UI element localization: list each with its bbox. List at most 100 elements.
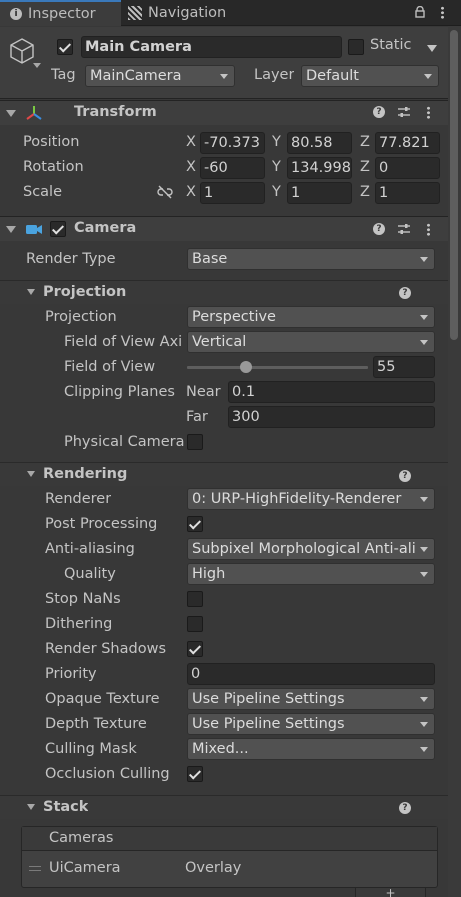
rotation-z-axis[interactable]: Z xyxy=(360,159,370,175)
far-field[interactable]: 300 xyxy=(228,406,435,428)
chevron-down-icon xyxy=(420,257,428,262)
rotation-x-field[interactable]: -60 xyxy=(200,157,265,179)
culling-mask-label: Culling Mask xyxy=(45,741,137,757)
rotation-x-axis[interactable]: X xyxy=(186,159,196,175)
component-menu-icon[interactable] xyxy=(427,223,430,236)
render-type-value: Base xyxy=(192,251,228,267)
chevron-down-icon xyxy=(420,315,428,320)
renderer-dropdown[interactable]: 0: URP-HighFidelity-Renderer xyxy=(187,488,435,510)
occlusion-culling-checkbox[interactable] xyxy=(187,766,203,782)
position-y-axis[interactable]: Y xyxy=(272,134,281,150)
gameobject-name-field[interactable]: Main Camera xyxy=(81,36,342,58)
anti-aliasing-dropdown[interactable]: Subpixel Morphological Anti-ali xyxy=(187,538,435,560)
camera-foldout-icon[interactable] xyxy=(6,226,16,233)
tab-inspector[interactable]: i Inspector xyxy=(0,0,121,26)
help-icon[interactable]: ? xyxy=(373,106,385,118)
occlusion-culling-label: Occlusion Culling xyxy=(45,766,170,782)
chevron-down-icon xyxy=(424,74,432,79)
stop-nans-checkbox[interactable] xyxy=(187,591,203,607)
near-label: Near xyxy=(186,384,221,400)
tab-menu-icon[interactable] xyxy=(441,6,444,19)
fov-slider-handle[interactable] xyxy=(239,361,252,373)
transform-header[interactable] xyxy=(0,100,461,125)
rendering-section-title: Rendering xyxy=(43,466,128,482)
icon-dropdown-arrow[interactable] xyxy=(33,63,41,68)
chevron-down-icon xyxy=(420,340,428,345)
scale-x-axis[interactable]: X xyxy=(186,184,196,200)
component-menu-icon[interactable] xyxy=(427,106,430,119)
chevron-down-icon xyxy=(420,722,428,727)
inspector-scrollbar-thumb[interactable] xyxy=(450,30,458,340)
depth-texture-dropdown[interactable]: Use Pipeline Settings xyxy=(187,713,435,735)
rendering-foldout-icon[interactable] xyxy=(27,471,35,477)
position-z-field[interactable]: 77.821 xyxy=(375,132,440,154)
tag-dropdown[interactable]: MainCamera xyxy=(85,65,235,87)
help-icon[interactable]: ? xyxy=(399,802,411,814)
render-type-dropdown[interactable]: Base xyxy=(187,248,435,270)
post-processing-checkbox[interactable] xyxy=(187,516,203,532)
drag-handle-icon[interactable] xyxy=(29,866,41,871)
position-y-field[interactable]: 80.58 xyxy=(287,132,352,154)
active-checkbox[interactable] xyxy=(57,39,73,55)
camera-enabled-checkbox[interactable] xyxy=(50,221,66,237)
fov-value-field[interactable]: 55 xyxy=(373,356,435,378)
far-label: Far xyxy=(186,409,208,425)
scale-x-field[interactable]: 1 xyxy=(200,182,265,204)
stack-section-title: Stack xyxy=(43,799,89,815)
tag-value: MainCamera xyxy=(90,68,182,84)
transform-foldout-icon[interactable] xyxy=(6,110,16,117)
tab-navigation[interactable]: Navigation xyxy=(122,0,262,26)
presets-icon[interactable] xyxy=(397,222,411,236)
physical-camera-checkbox[interactable] xyxy=(187,434,203,450)
constrain-proportions-icon[interactable] xyxy=(157,185,173,199)
transform-axes-icon xyxy=(25,104,43,122)
rotation-y-axis[interactable]: Y xyxy=(272,159,281,175)
tab-navigation-label: Navigation xyxy=(148,5,227,21)
stack-foldout-icon[interactable] xyxy=(27,804,35,810)
dithering-checkbox[interactable] xyxy=(187,616,203,632)
help-icon[interactable]: ? xyxy=(399,287,411,299)
scale-z-axis[interactable]: Z xyxy=(360,184,370,200)
help-icon[interactable]: ? xyxy=(399,470,411,482)
quality-dropdown[interactable]: High xyxy=(187,563,435,585)
position-z-axis[interactable]: Z xyxy=(360,134,370,150)
priority-field[interactable]: 0 xyxy=(187,663,435,685)
help-icon[interactable]: ? xyxy=(373,223,385,235)
add-camera-button[interactable]: + xyxy=(355,888,426,897)
position-label: Position xyxy=(23,134,80,150)
position-x-axis[interactable]: X xyxy=(186,134,196,150)
scale-y-axis[interactable]: Y xyxy=(272,184,281,200)
projection-foldout-icon[interactable] xyxy=(27,289,35,295)
rotation-z-field[interactable]: 0 xyxy=(375,157,440,179)
static-checkbox[interactable] xyxy=(348,39,364,55)
opaque-texture-dropdown[interactable]: Use Pipeline Settings xyxy=(187,688,435,710)
camera-header[interactable] xyxy=(0,216,461,241)
fov-axis-dropdown[interactable]: Vertical xyxy=(187,331,435,353)
tag-label: Tag xyxy=(51,67,76,83)
culling-mask-value: Mixed... xyxy=(192,741,249,757)
depth-texture-label: Depth Texture xyxy=(45,716,147,732)
navigation-icon xyxy=(128,6,142,20)
layer-dropdown[interactable]: Default xyxy=(301,65,439,87)
position-x-field[interactable]: -70.373 xyxy=(200,132,265,154)
projection-dropdown[interactable]: Perspective xyxy=(187,306,435,328)
scale-y-field[interactable]: 1 xyxy=(287,182,352,204)
presets-icon[interactable] xyxy=(397,105,411,119)
fov-slider-track[interactable] xyxy=(187,366,368,369)
render-shadows-checkbox[interactable] xyxy=(187,641,203,657)
scale-z-field[interactable]: 1 xyxy=(375,182,440,204)
physical-camera-label: Physical Camera xyxy=(64,434,184,450)
quality-value: High xyxy=(192,566,226,582)
culling-mask-dropdown[interactable]: Mixed... xyxy=(187,738,435,760)
chevron-down-icon xyxy=(420,747,428,752)
static-dropdown-arrow[interactable] xyxy=(427,45,437,52)
renderer-value: 0: URP-HighFidelity-Renderer xyxy=(192,491,402,507)
opaque-texture-label: Opaque Texture xyxy=(45,691,160,707)
rotation-y-field[interactable]: 134.998 xyxy=(287,157,352,179)
gameobject-cube-icon[interactable] xyxy=(8,36,36,64)
quality-label: Quality xyxy=(64,566,116,582)
dithering-label: Dithering xyxy=(45,616,113,632)
near-field[interactable]: 0.1 xyxy=(228,381,435,403)
lock-icon[interactable] xyxy=(414,5,426,18)
render-type-label: Render Type xyxy=(26,251,116,267)
